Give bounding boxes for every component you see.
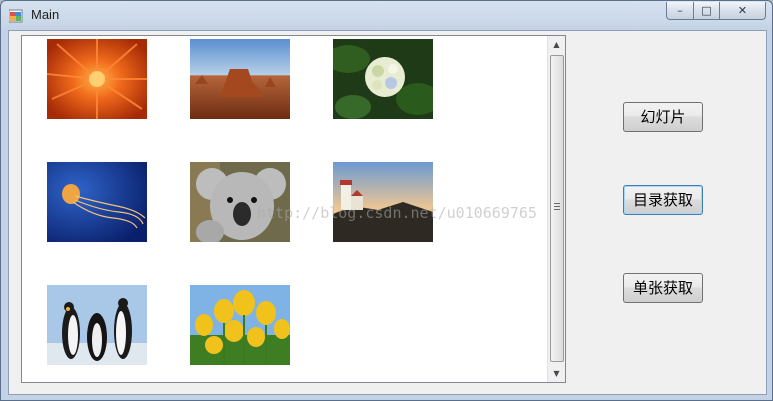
title-bar[interactable]: Main – □ ✕ xyxy=(1,1,772,30)
koala-image[interactable] xyxy=(190,162,290,242)
hydrangeas-image[interactable] xyxy=(333,39,433,119)
arrow-up-icon: ▲ xyxy=(553,40,560,49)
window-controls: – □ ✕ xyxy=(666,2,766,20)
minimize-button[interactable]: – xyxy=(666,2,694,20)
desert-image[interactable] xyxy=(190,39,290,119)
lighthouse-image[interactable] xyxy=(333,162,433,242)
scroll-up-button[interactable]: ▲ xyxy=(548,36,565,53)
scroll-down-button[interactable]: ▼ xyxy=(548,365,565,382)
chrysanthemum-image[interactable] xyxy=(47,39,147,119)
arrow-down-icon: ▼ xyxy=(553,369,560,378)
jellyfish-image[interactable] xyxy=(47,162,147,242)
maximize-icon: □ xyxy=(701,4,712,17)
directory-fetch-button[interactable]: 目录获取 xyxy=(623,185,703,215)
vertical-scrollbar[interactable]: ▲ ▼ xyxy=(547,36,565,382)
close-icon: ✕ xyxy=(737,4,748,17)
slideshow-button[interactable]: 幻灯片 xyxy=(623,102,703,132)
tulips-image[interactable] xyxy=(190,285,290,365)
scrollbar-thumb[interactable] xyxy=(550,55,564,362)
window-title: Main xyxy=(31,7,60,22)
grip-icon xyxy=(554,203,560,211)
client-area: http://blog.csdn.net/u010669765 ▲ ▼ 幻灯片 … xyxy=(8,30,767,395)
maximize-button[interactable]: □ xyxy=(694,2,720,20)
main-window: Main – □ ✕ http://blog.csdn.net/u0106697… xyxy=(0,0,773,401)
app-icon xyxy=(8,8,23,23)
image-list-view[interactable]: http://blog.csdn.net/u010669765 ▲ ▼ xyxy=(21,35,566,383)
penguins-image[interactable] xyxy=(47,285,147,365)
single-fetch-button[interactable]: 单张获取 xyxy=(623,273,703,303)
close-button[interactable]: ✕ xyxy=(720,2,766,20)
minimize-icon: – xyxy=(677,4,683,17)
